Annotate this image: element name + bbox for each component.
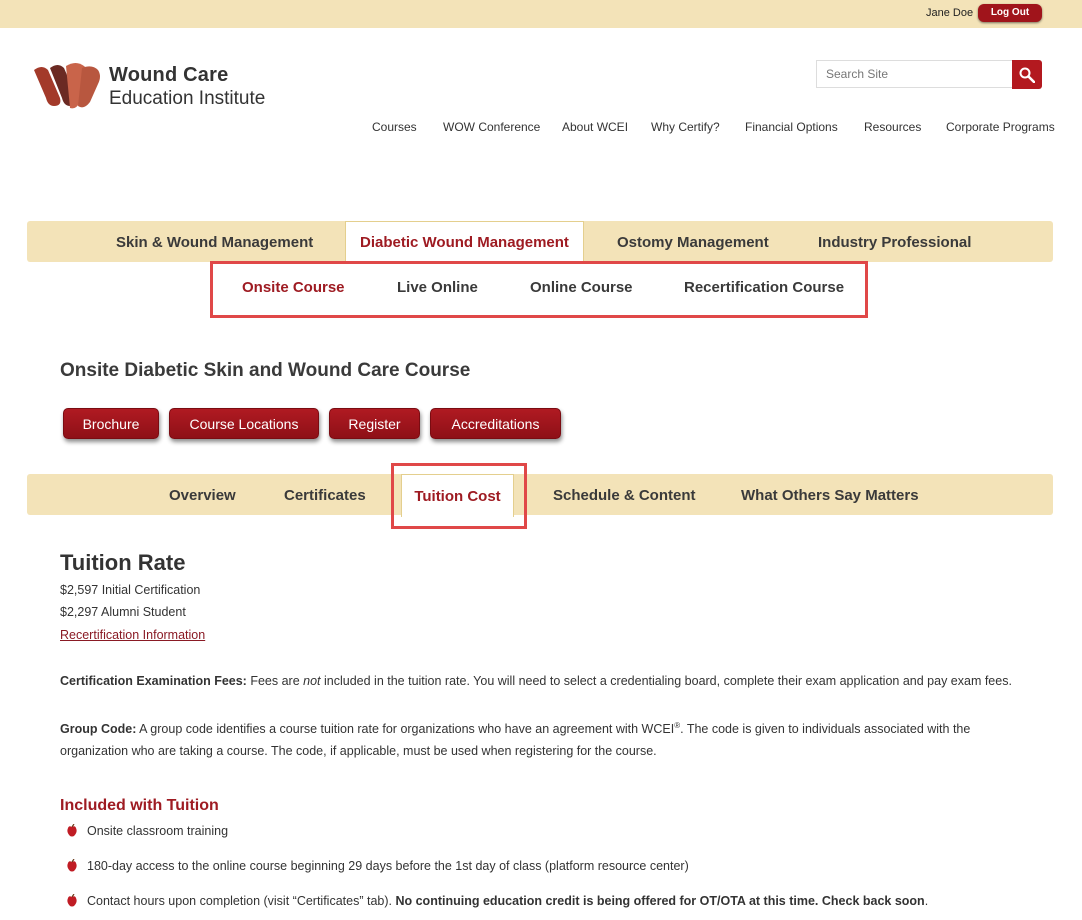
sub-nav-online-course[interactable]: Online Course (530, 279, 633, 296)
nav-courses[interactable]: Courses (372, 120, 417, 134)
nav-corporate-programs[interactable]: Corporate Programs (946, 120, 1055, 134)
included-item-1: Onsite classroom training (87, 824, 229, 838)
brochure-button[interactable]: Brochure (63, 408, 159, 439)
tab-certificates[interactable]: Certificates (284, 474, 366, 515)
tab-skin-wound-management[interactable]: Skin & Wound Management (116, 221, 313, 262)
search-input[interactable] (816, 60, 1012, 88)
group-code-text: A group code identifies a course tuition… (136, 722, 675, 737)
rate-initial: $2,597 Initial Certification (60, 583, 201, 597)
register-button[interactable]: Register (329, 408, 420, 439)
exam-fees-paragraph: Certification Examination Fees: Fees are… (60, 670, 1020, 692)
tab-industry-professional[interactable]: Industry Professional (818, 221, 971, 262)
logo-text-line2: Education Institute (109, 88, 266, 109)
site-logo[interactable]: Wound Care Education Institute (32, 62, 292, 112)
included-item-3: Contact hours upon completion (visit “Ce… (87, 894, 928, 908)
exam-fees-text: Fees are (246, 674, 304, 688)
included-item-2: 180-day access to the online course begi… (87, 859, 689, 873)
tab-schedule-content[interactable]: Schedule & Content (553, 474, 696, 515)
nav-wow-conference[interactable]: WOW Conference (443, 120, 540, 134)
sub-nav-onsite-course[interactable]: Onsite Course (242, 279, 345, 296)
tab-ostomy-management[interactable]: Ostomy Management (617, 221, 769, 262)
apple-bullet-icon (67, 859, 77, 872)
included-item-3-text: Contact hours upon completion (visit “Ce… (87, 894, 396, 908)
nav-why-certify[interactable]: Why Certify? (651, 120, 720, 134)
logo-mark-icon (34, 63, 100, 109)
course-category-tabs: Skin & Wound Management Diabetic Wound M… (27, 221, 1053, 262)
search-icon (1019, 67, 1035, 83)
included-heading: Included with Tuition (60, 797, 219, 814)
apple-bullet-icon (67, 894, 77, 907)
user-name: Jane Doe (926, 7, 974, 19)
accreditations-button[interactable]: Accreditations (430, 408, 561, 439)
tab-what-others-say[interactable]: What Others Say Matters (741, 474, 919, 515)
page-title: Onsite Diabetic Skin and Wound Care Cour… (60, 360, 471, 381)
top-bar: Jane Doe Log Out (0, 0, 1082, 28)
tab-diabetic-wound-management[interactable]: Diabetic Wound Management (345, 221, 584, 262)
exam-fees-label: Certification Examination Fees: (60, 674, 247, 688)
apple-bullet-icon (67, 824, 77, 837)
tuition-tab-highlight-box (391, 463, 527, 529)
nav-about-wcei[interactable]: About WCEI (562, 120, 628, 134)
exam-fees-text-rest: included in the tuition rate. You will n… (320, 674, 1012, 688)
exam-fees-emphasis: not (303, 674, 321, 688)
tuition-heading: Tuition Rate (60, 550, 186, 575)
nav-financial-options[interactable]: Financial Options (745, 120, 838, 134)
course-locations-button[interactable]: Course Locations (169, 408, 319, 439)
recertification-link[interactable]: Recertification Information (60, 628, 205, 642)
sub-nav-live-online[interactable]: Live Online (397, 279, 478, 296)
group-code-label: Group Code: (60, 722, 137, 737)
rate-alumni: $2,297 Alumni Student (60, 605, 186, 619)
included-item-3-bold: No continuing education credit is being … (395, 894, 925, 908)
search-button[interactable] (1012, 60, 1042, 89)
logout-button[interactable]: Log Out (978, 4, 1042, 22)
group-code-paragraph: Group Code: A group code identifies a co… (60, 715, 1020, 762)
tab-overview[interactable]: Overview (169, 474, 236, 515)
logo-text-line1: Wound Care (109, 64, 229, 86)
included-item-3-end: . (924, 894, 929, 908)
sub-nav-recertification-course[interactable]: Recertification Course (684, 279, 844, 296)
nav-resources[interactable]: Resources (864, 120, 921, 134)
